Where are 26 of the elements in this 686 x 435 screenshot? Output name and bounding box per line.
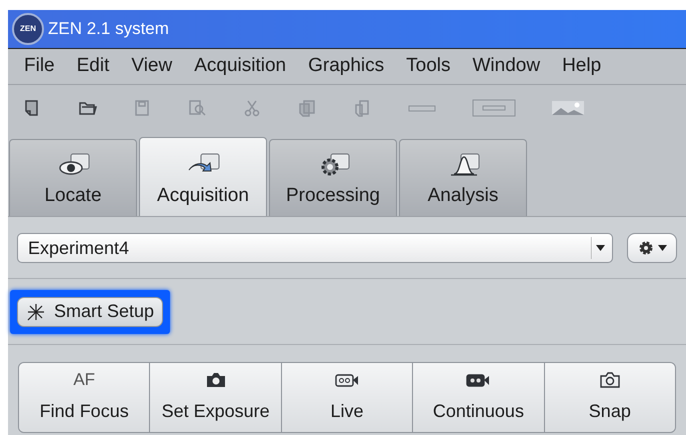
menu-item[interactable]: Acquisition — [194, 52, 286, 81]
menu-item[interactable]: Tools — [406, 52, 450, 81]
experiment-dropdown[interactable]: Experiment4 — [17, 233, 613, 263]
tab[interactable]: Locate — [9, 139, 137, 216]
menu-item[interactable]: Edit — [76, 52, 110, 81]
menu-item[interactable]: Help — [562, 52, 602, 81]
window-title: ZEN 2.1 system — [48, 18, 169, 40]
smart-setup-button[interactable]: Smart Setup — [17, 296, 164, 326]
action-button[interactable]: Set Exposure — [149, 363, 281, 432]
app-logo: ZEN — [12, 13, 44, 45]
action-button[interactable]: Snap — [544, 363, 675, 432]
camera-icon — [598, 370, 622, 390]
caret-icon — [658, 245, 666, 251]
menu-item[interactable]: Graphics — [308, 52, 384, 81]
menu-item[interactable]: View — [131, 52, 172, 81]
tab[interactable]: Acquisition — [139, 137, 267, 216]
settings-button[interactable] — [627, 233, 677, 263]
action-button[interactable]: Live — [280, 363, 412, 432]
gear-icon — [638, 240, 654, 256]
action-button[interactable]: Continuous — [412, 363, 544, 432]
menu-item[interactable]: File — [24, 52, 55, 81]
menu-item[interactable]: Window — [472, 52, 540, 81]
action-button[interactable]: AF Find Focus — [19, 363, 150, 432]
tab[interactable]: Analysis — [399, 139, 527, 216]
tab[interactable]: Processing — [269, 139, 397, 216]
af-icon: AF — [73, 370, 96, 390]
